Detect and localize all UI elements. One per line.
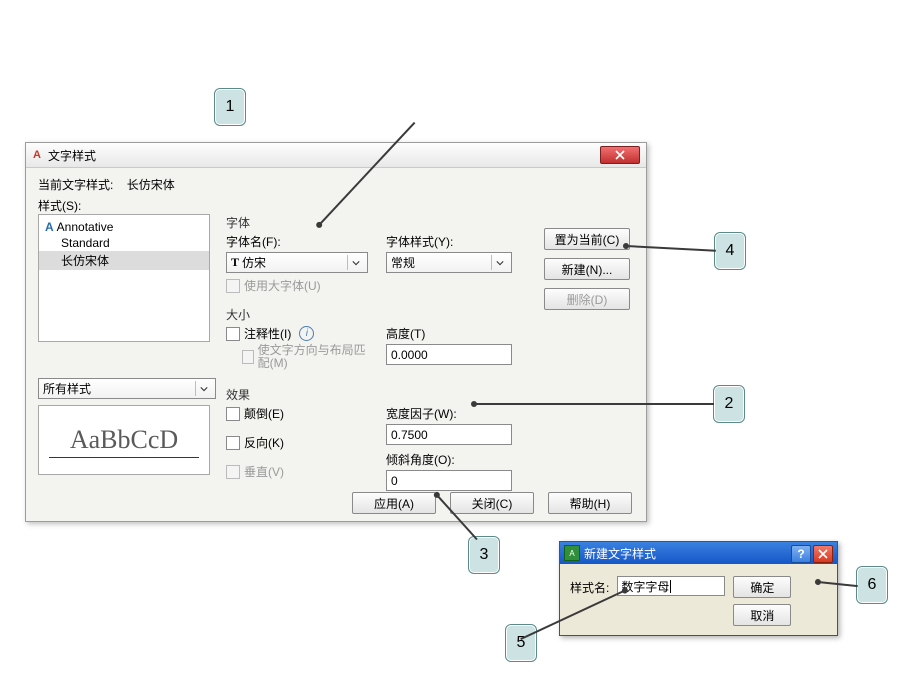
chevron-down-icon <box>195 381 212 396</box>
preview-underline <box>49 457 199 458</box>
annotative-checkbox[interactable]: 注释性(I) i <box>226 325 368 342</box>
callout-4: 4 <box>714 232 746 270</box>
close-button[interactable]: 关闭(C) <box>450 492 534 514</box>
font-style-label: 字体样式(Y): <box>386 233 512 250</box>
new-text-style-dialog: A 新建文字样式 ? 样式名: 数字字母 确定 取消 <box>559 541 838 636</box>
style-listbox[interactable]: AAnnotative Standard 长仿宋体 <box>38 214 210 342</box>
match-orient-checkbox: 使文字方向与布局匹配(M) <box>226 344 368 370</box>
filter-select[interactable]: 所有样式 <box>38 378 216 399</box>
help-icon[interactable]: ? <box>791 545 811 563</box>
app-icon: A <box>564 545 580 561</box>
chevron-down-icon <box>347 255 364 270</box>
titlebar[interactable]: A 文字样式 <box>26 143 646 168</box>
font-name-select[interactable]: T 仿宋 <box>226 252 368 273</box>
current-style-value: 长仿宋体 <box>127 178 175 192</box>
vertical-checkbox: 垂直(V) <box>226 463 368 480</box>
preview-box: AaBbCcD <box>38 405 210 475</box>
style-name-input[interactable]: 数字字母 <box>617 576 725 596</box>
close-icon[interactable] <box>813 545 833 563</box>
width-factor-input[interactable]: 0.7500 <box>386 424 512 445</box>
current-style-label: 当前文字样式: <box>38 178 113 192</box>
truetype-icon: T <box>231 255 239 270</box>
info-icon[interactable]: i <box>299 326 314 341</box>
cancel-button[interactable]: 取消 <box>733 604 791 626</box>
callout-5: 5 <box>505 624 537 662</box>
app-icon: A <box>30 148 44 162</box>
preview-text: AaBbCcD <box>70 425 178 455</box>
help-button[interactable]: 帮助(H) <box>548 492 632 514</box>
current-style-row: 当前文字样式: 长仿宋体 <box>38 176 634 193</box>
size-section-label: 大小 <box>226 306 526 323</box>
delete-button: 删除(D) <box>544 288 630 310</box>
footer-buttons: 应用(A) 关闭(C) 帮助(H) <box>352 492 632 514</box>
set-current-button[interactable]: 置为当前(C) <box>544 228 630 250</box>
style-name-label: 样式名: <box>570 579 609 596</box>
callout-2: 2 <box>713 385 745 423</box>
width-factor-label: 宽度因子(W): <box>386 405 512 422</box>
oblique-label: 倾斜角度(O): <box>386 451 512 468</box>
effects-section-label: 效果 <box>226 386 526 403</box>
use-bigfont-checkbox: 使用大字体(U) <box>226 277 368 294</box>
list-item[interactable]: AAnnotative <box>39 219 209 235</box>
oblique-input[interactable]: 0 <box>386 470 512 491</box>
annotative-icon: A <box>45 220 54 234</box>
dialog-title: 文字样式 <box>48 147 96 164</box>
apply-button[interactable]: 应用(A) <box>352 492 436 514</box>
caret <box>670 580 671 593</box>
new-button[interactable]: 新建(N)... <box>544 258 630 280</box>
dialog-title: 新建文字样式 <box>584 545 656 562</box>
callout-3: 3 <box>468 536 500 574</box>
backwards-checkbox[interactable]: 反向(K) <box>226 434 368 451</box>
font-style-select[interactable]: 常规 <box>386 252 512 273</box>
list-item[interactable]: Standard <box>39 235 209 251</box>
leader-2 <box>474 403 714 405</box>
text-style-dialog: A 文字样式 当前文字样式: 长仿宋体 样式(S): AAnnotative S… <box>25 142 647 522</box>
close-icon[interactable] <box>600 146 640 164</box>
callout-1: 1 <box>214 88 246 126</box>
chevron-down-icon <box>491 255 508 270</box>
titlebar[interactable]: A 新建文字样式 ? <box>560 542 837 564</box>
font-section-label: 字体 <box>226 214 526 231</box>
font-name-label: 字体名(F): <box>226 233 368 250</box>
callout-6: 6 <box>856 566 888 604</box>
height-label: 高度(T) <box>386 325 512 342</box>
upside-down-checkbox[interactable]: 颠倒(E) <box>226 405 368 422</box>
height-input[interactable]: 0.0000 <box>386 344 512 365</box>
ok-button[interactable]: 确定 <box>733 576 791 598</box>
list-item[interactable]: 长仿宋体 <box>39 251 209 270</box>
